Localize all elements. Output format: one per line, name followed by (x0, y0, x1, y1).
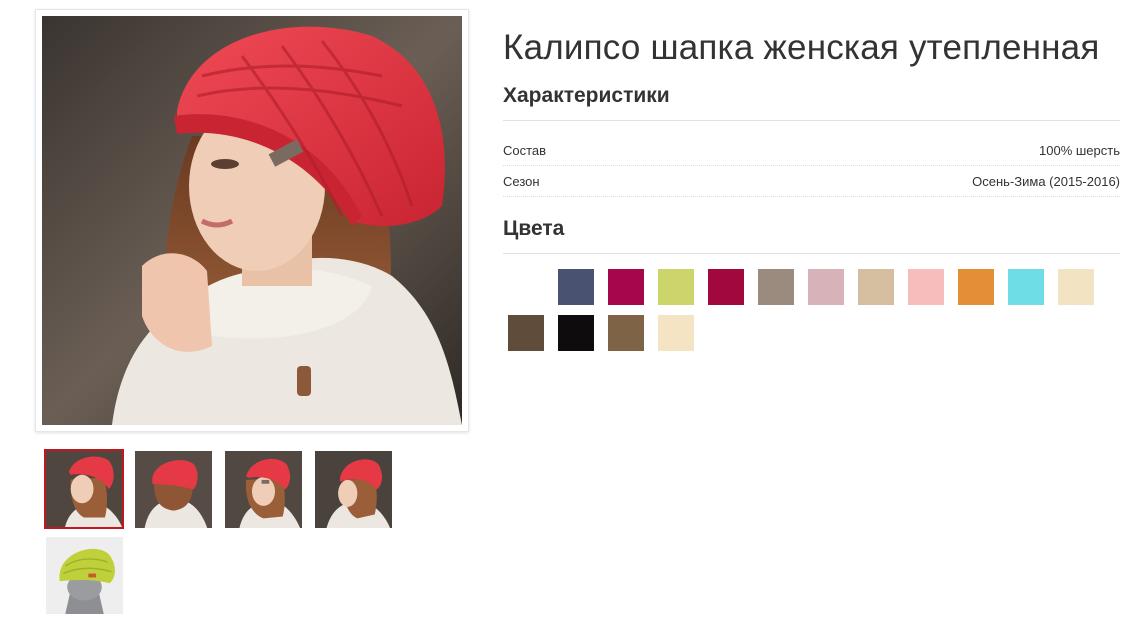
thumbnail-2[interactable] (135, 451, 212, 528)
spec-row-composition: Состав 100% шерсть (503, 136, 1120, 166)
color-swatch-7[interactable] (808, 269, 844, 305)
thumbnail-image (46, 451, 122, 527)
color-swatch-1[interactable] (508, 269, 544, 305)
color-swatch-10[interactable] (958, 269, 994, 305)
thumbnail-image (225, 451, 302, 528)
thumbnail-1[interactable] (44, 449, 124, 529)
color-swatch-4[interactable] (658, 269, 694, 305)
spec-value: 100% шерсть (1039, 143, 1120, 158)
color-swatch-6[interactable] (758, 269, 794, 305)
spec-value: Осень-Зима (2015-2016) (972, 174, 1120, 189)
color-swatch-15[interactable] (608, 315, 644, 351)
divider (503, 253, 1120, 254)
thumbnail-image (135, 451, 212, 528)
product-photo-illustration (42, 16, 462, 425)
color-swatch-17[interactable] (708, 315, 744, 351)
thumbnail-image (46, 537, 123, 614)
spec-label: Состав (503, 143, 547, 158)
color-swatch-11[interactable] (1008, 269, 1044, 305)
color-swatch-3[interactable] (608, 269, 644, 305)
divider (503, 120, 1120, 121)
spec-label: Сезон (503, 174, 540, 189)
color-swatch-13[interactable] (508, 315, 544, 351)
main-product-photo[interactable] (35, 9, 469, 432)
color-swatch-14[interactable] (558, 315, 594, 351)
color-swatch-16[interactable] (658, 315, 694, 351)
thumbnail-3[interactable] (225, 451, 302, 528)
thumbnail-5[interactable] (46, 537, 123, 614)
color-swatch-12[interactable] (1058, 269, 1094, 305)
colors-heading: Цвета (503, 217, 565, 240)
color-swatch-5[interactable] (708, 269, 744, 305)
color-swatch-8[interactable] (858, 269, 894, 305)
spec-row-season: Сезон Осень-Зима (2015-2016) (503, 167, 1120, 197)
thumbnail-4[interactable] (315, 451, 392, 528)
color-swatch-2[interactable] (558, 269, 594, 305)
product-title: Калипсо шапка женская утепленная (503, 28, 1100, 67)
thumbnail-image (315, 451, 392, 528)
color-swatch-9[interactable] (908, 269, 944, 305)
characteristics-heading: Характеристики (503, 84, 670, 107)
